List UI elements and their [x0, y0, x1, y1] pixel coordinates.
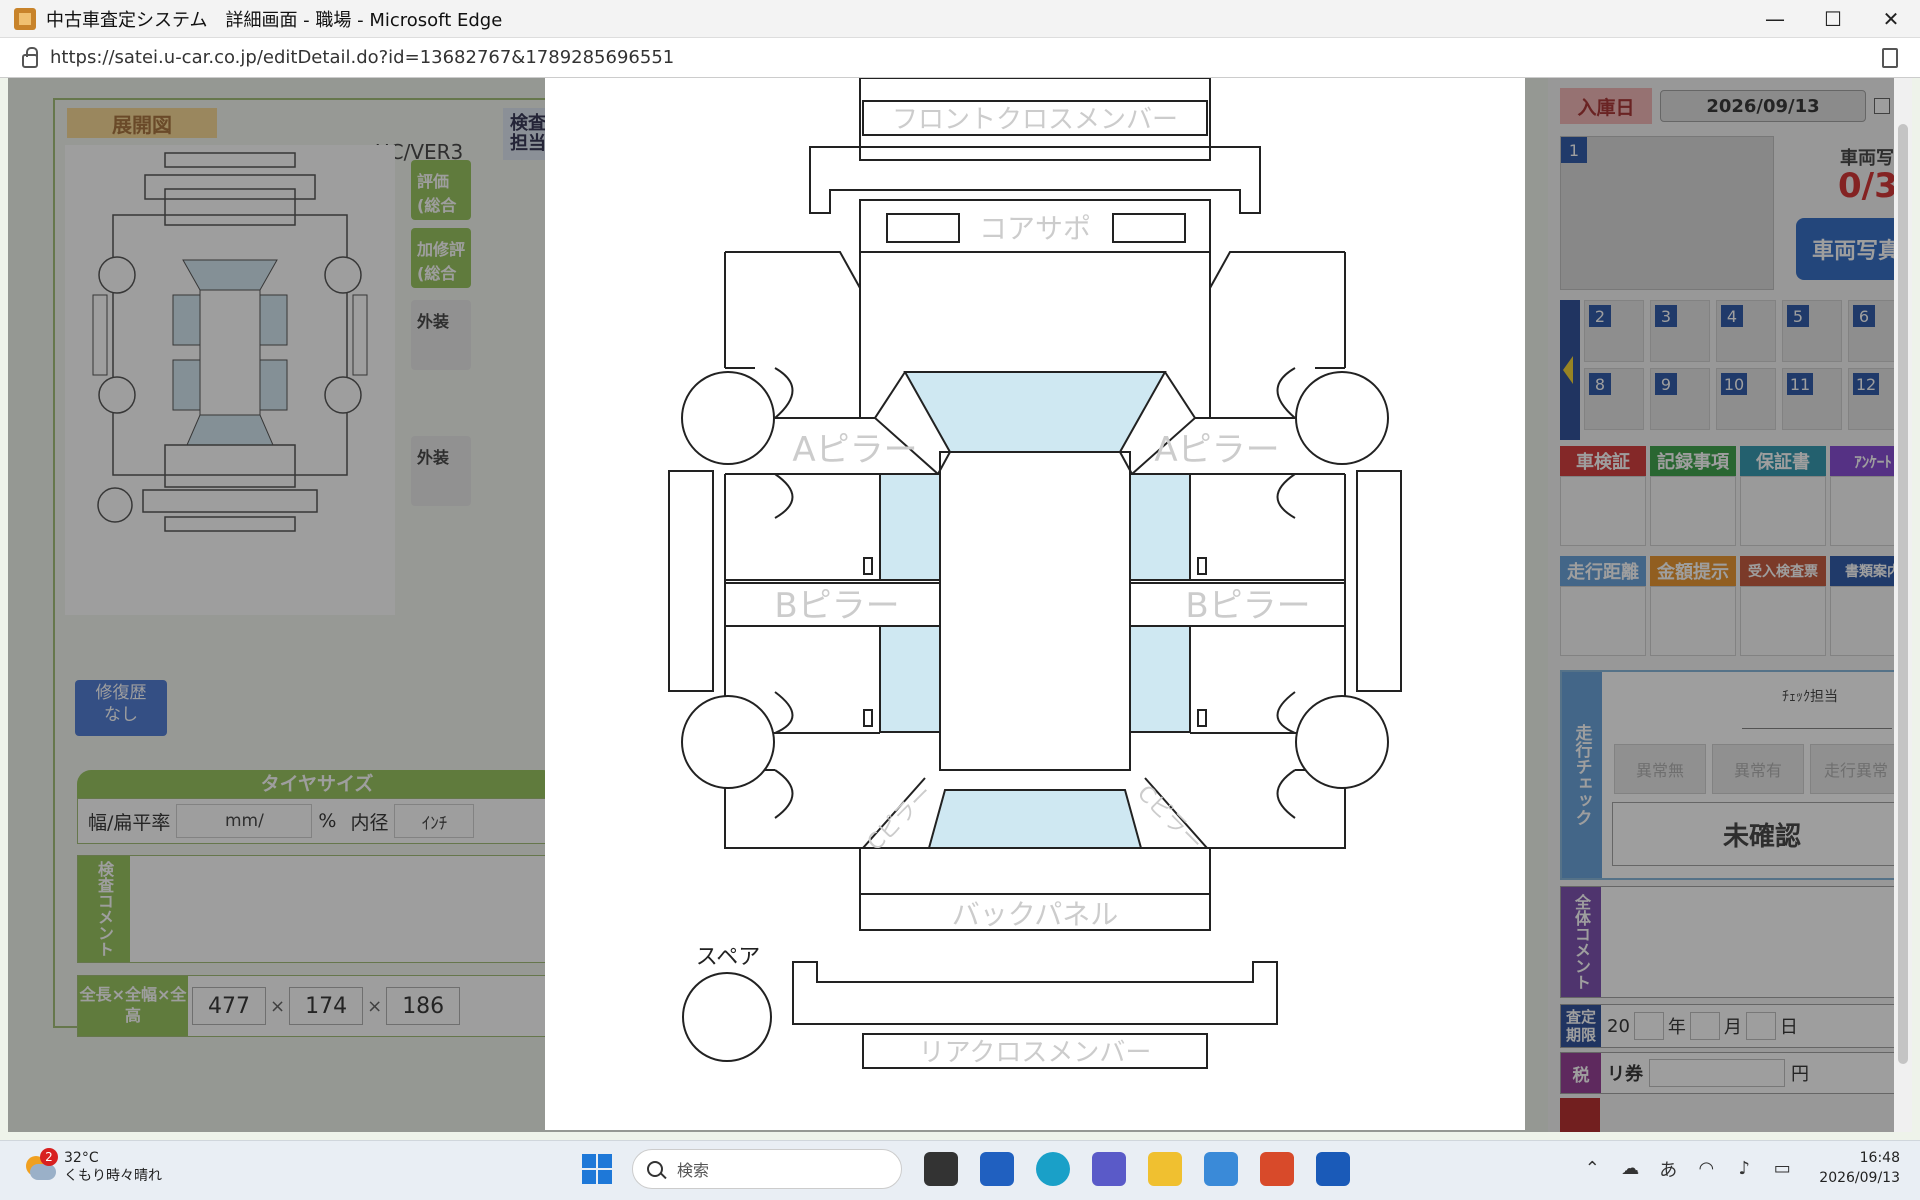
scrollbar-thumb[interactable] [1898, 124, 1908, 1064]
store-icon[interactable] [980, 1152, 1014, 1186]
cloud-off-icon[interactable]: ☁ [1619, 1158, 1641, 1180]
vehicle-diagram[interactable]: フロントクロスメンバー コアサポ Aピラー Aピラー Bピラー Bピラー Cピラ… [545, 78, 1525, 1130]
file-explorer-icon[interactable] [1148, 1152, 1182, 1186]
core-support-label: コアサポ [979, 212, 1091, 245]
search-icon [647, 1161, 663, 1177]
taskbar-search[interactable]: 検索 [632, 1149, 902, 1189]
window-title: 中古車査定システム 詳細画面 - 職場 - Microsoft Edge [46, 9, 503, 31]
app-icon [14, 7, 36, 30]
outlook-icon[interactable] [1316, 1152, 1350, 1186]
system-tray: ⌃ ☁ あ ◠ ♪ ▭ 16:48 2026/09/13 [1573, 1149, 1900, 1188]
edge-icon[interactable] [1036, 1152, 1070, 1186]
mail-app-icon[interactable] [1204, 1152, 1238, 1186]
weather-text: くもり時々晴れ [64, 1168, 162, 1185]
clock[interactable]: 16:48 2026/09/13 [1819, 1149, 1900, 1188]
weather-icon: 2 [24, 1148, 58, 1182]
title-bar: 中古車査定システム 詳細画面 - 職場 - Microsoft Edge — ☐… [0, 0, 1920, 38]
spare-label: スペア [696, 945, 760, 970]
back-panel-label: バックパネル [952, 898, 1119, 931]
a-pillar-left-label: Aピラー [792, 430, 917, 470]
c-pillar-left-label: Cピラー [863, 781, 938, 856]
minimize-button[interactable]: — [1746, 0, 1804, 38]
address-bar: https://satei.u-car.co.jp/editDetail.do?… [0, 38, 1920, 78]
taskbar-center: 検索 [582, 1149, 1350, 1189]
rear-cross-label: リアクロスメンバー [919, 1038, 1152, 1068]
b-pillar-right-label: Bピラー [1185, 586, 1310, 626]
teams-icon[interactable] [1092, 1152, 1126, 1186]
a-pillar-right-label: Aピラー [1154, 430, 1279, 470]
lock-icon[interactable] [22, 46, 38, 68]
page-scrollbar[interactable] [1894, 78, 1912, 1132]
b-pillar-left-label: Bピラー [774, 586, 899, 626]
volume-icon[interactable]: ♪ [1733, 1158, 1755, 1180]
clock-date: 2026/09/13 [1819, 1169, 1900, 1186]
clock-time: 16:48 [1859, 1150, 1900, 1166]
maximize-button[interactable]: ☐ [1804, 0, 1862, 38]
c-pillar-right-label: Cピラー [1132, 781, 1207, 856]
wifi-icon[interactable]: ◠ [1695, 1158, 1717, 1180]
battery-icon[interactable]: ▭ [1771, 1158, 1793, 1180]
temperature: 32°C [64, 1150, 99, 1166]
close-button[interactable]: ✕ [1862, 0, 1920, 38]
weather-widget[interactable]: 2 32°C くもり時々晴れ [24, 1148, 162, 1185]
url-text[interactable]: https://satei.u-car.co.jp/editDetail.do?… [50, 47, 674, 68]
search-placeholder: 検索 [677, 1161, 710, 1180]
remote-app-icon[interactable] [1260, 1152, 1294, 1186]
front-cross-label: フロントクロスメンバー [892, 105, 1178, 135]
task-view-icon[interactable] [924, 1152, 958, 1186]
taskbar: 2 32°C くもり時々晴れ 検索 ⌃ ☁ あ ◠ ♪ ▭ 16:48 2026… [0, 1140, 1920, 1200]
start-icon[interactable] [582, 1154, 612, 1184]
ime-indicator[interactable]: あ [1657, 1158, 1679, 1181]
weather-badge: 2 [40, 1148, 58, 1167]
reader-mode-icon[interactable] [1882, 48, 1898, 68]
window-controls: — ☐ ✕ [1746, 0, 1920, 38]
chevron-up-icon[interactable]: ⌃ [1581, 1158, 1603, 1180]
diagram-modal: フロントクロスメンバー コアサポ Aピラー Aピラー Bピラー Bピラー Cピラ… [545, 78, 1525, 1130]
